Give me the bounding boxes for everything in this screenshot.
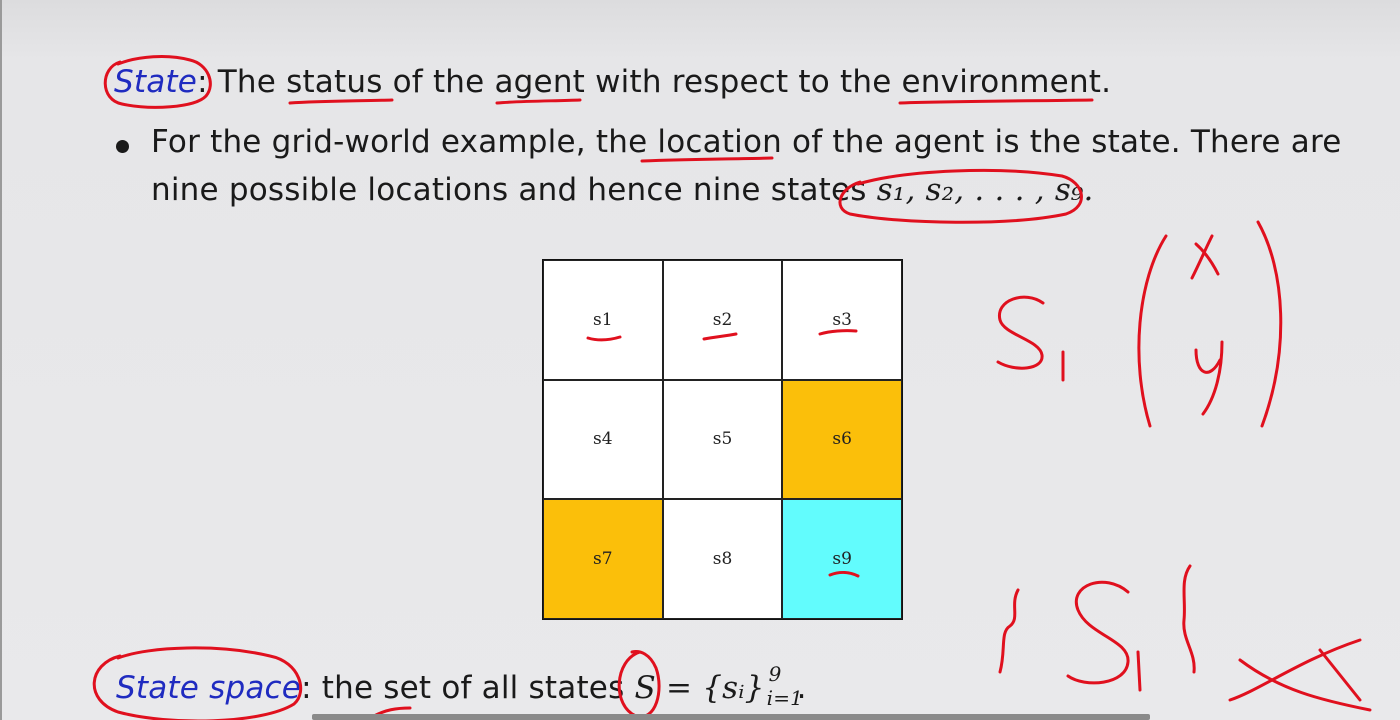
grid-cell-s9: s9 <box>782 499 902 619</box>
ink-cross-out <box>1228 638 1372 712</box>
definition-part-environment: environment <box>901 64 1102 100</box>
definition-part-4: . <box>1101 64 1112 100</box>
state-term-colon: : <box>197 64 208 100</box>
grid-cell-label: s7 <box>593 549 613 570</box>
state-space-math: S = {sᵢ} <box>634 670 765 706</box>
grid-cell-label: s5 <box>712 429 733 450</box>
grid-cell-label: s4 <box>593 429 613 450</box>
bullet-line-2-text: nine possible locations and hence nine s… <box>151 172 877 208</box>
grid-cell-label: s6 <box>832 429 852 450</box>
slide-left-edge <box>0 0 2 720</box>
ink-s-letter <box>996 295 1045 370</box>
grid-cell-s1: s1 <box>543 260 663 380</box>
horizontal-scrollbar[interactable] <box>312 714 1150 720</box>
grid-cell-s4: s4 <box>543 379 663 500</box>
state-term: State <box>114 64 198 100</box>
state-definition: State: The status of the agent with resp… <box>114 64 1111 100</box>
underline-agent <box>495 98 582 105</box>
grid-cell-s2: s2 <box>662 260 783 380</box>
grid-cell-label: s9 <box>832 549 852 570</box>
state-space-term: State space <box>116 670 302 706</box>
definition-part-1: The <box>217 64 287 100</box>
definition-part-3: with respect to the <box>585 64 902 100</box>
grid-cell-s6: s6 <box>782 379 902 500</box>
definition-part-status: status <box>286 64 383 100</box>
definition-part-agent: agent <box>494 64 586 100</box>
ink-set-s-letter <box>1066 580 1130 685</box>
grid-cell-s5: s5 <box>662 379 783 500</box>
state-space-colon: : <box>301 670 312 706</box>
state-space-text: the set of all states <box>311 670 635 706</box>
ink-left-brace <box>998 588 1020 674</box>
ink-set-subscript-i <box>1136 650 1142 692</box>
grid-cell-s3: s3 <box>782 260 902 380</box>
state-space-sub: i=1 <box>766 686 804 710</box>
ink-x-letter <box>1190 234 1220 280</box>
state-space-definition: State space: the set of all states S = {… <box>116 662 807 710</box>
definition-part-2: of the <box>382 64 495 100</box>
ink-y-letter <box>1194 340 1224 416</box>
grid-cell-label: s2 <box>712 309 733 330</box>
grid-cell-label: s3 <box>832 309 852 330</box>
grid-cell-label: s8 <box>712 549 733 570</box>
state-space-sup: 9 <box>768 662 782 686</box>
bullet-dot <box>116 140 129 153</box>
bullet-line-2: nine possible locations and hence nine s… <box>151 172 1094 208</box>
ink-left-paren <box>1137 234 1168 428</box>
grid-world: s1 s2 s3 s4 s5 s6 s7 s8 s9 <box>542 259 903 620</box>
grid-cell-label: s1 <box>593 309 613 330</box>
underline-status <box>288 98 394 105</box>
ink-right-paren <box>1256 220 1283 428</box>
ink-right-brace <box>1182 564 1196 674</box>
bullet-line-1: For the grid-world example, the location… <box>151 124 1342 160</box>
grid-cell-s7: s7 <box>543 499 663 619</box>
states-list-math: s₁, s₂, . . . , s₉. <box>876 172 1094 208</box>
underline-environment <box>898 98 1094 105</box>
grid-cell-s8: s8 <box>662 499 783 619</box>
state-space-limits: 9 i=1 <box>765 662 803 710</box>
